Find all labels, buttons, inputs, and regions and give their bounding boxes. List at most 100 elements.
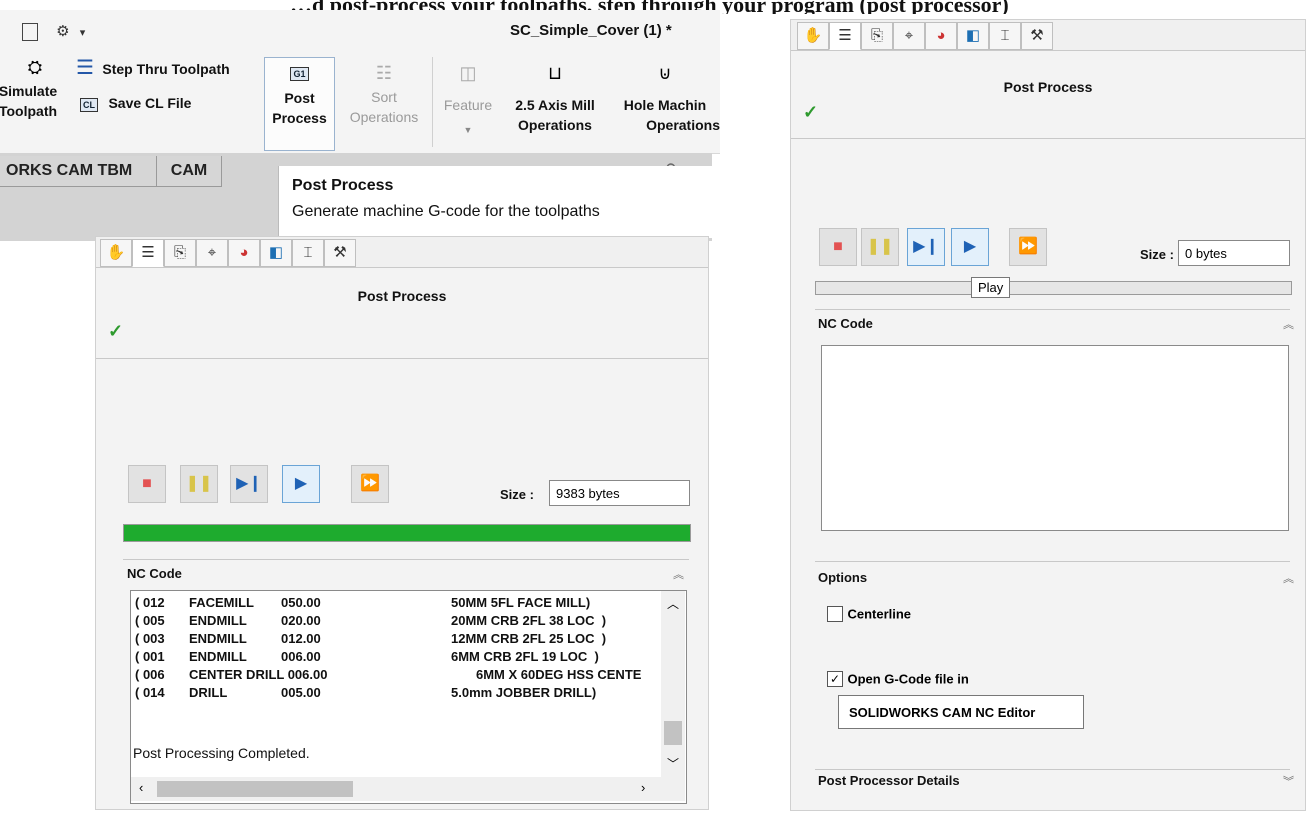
horizontal-scrollbar[interactable]: ‹ › [131, 777, 685, 801]
feature-button[interactable]: ◫ Feature ▼ [438, 63, 498, 135]
nc-code-cell: 12MM CRB 2FL 25 LOC ) [451, 631, 607, 646]
divider [791, 138, 1305, 139]
g1-icon: G1 [290, 67, 309, 81]
cam-feature-tree-icon[interactable]: ◧ [957, 22, 989, 50]
nc-code-cell: 6MM X 60DEG HSS CENTE [476, 667, 642, 682]
step-thru-toolpath-button[interactable]: ☰ Step Thru Toolpath [76, 55, 230, 80]
crosshair-icon[interactable]: ⌖ [893, 22, 925, 50]
list-icon: ☰ [76, 57, 94, 79]
fast-forward-button[interactable]: ⏩ [1009, 228, 1047, 266]
feature-manager-tab-icon[interactable]: ✋ [100, 239, 132, 267]
post-label: Post [284, 90, 315, 106]
post-process-button[interactable]: G1 Post Process [264, 57, 335, 151]
collapse-chevron-icon[interactable]: ︽ [673, 566, 684, 582]
nc-code-header: NC Code [818, 316, 873, 331]
crosshair-icon[interactable]: ⌖ [196, 239, 228, 267]
scroll-left-icon[interactable]: ‹ [139, 780, 143, 795]
progress-bar [815, 281, 1292, 295]
play-tooltip: Play [971, 277, 1011, 298]
stop-button[interactable]: ■ [128, 465, 166, 503]
stop-icon: ■ [142, 475, 152, 492]
stop-button[interactable]: ■ [819, 228, 857, 266]
config-manager-tab-icon[interactable]: ⎘ [164, 239, 196, 267]
fast-forward-icon: ⏩ [360, 475, 380, 492]
nc-code-cell: ( 012 [135, 595, 165, 610]
nc-code-cell: ( 005 [135, 613, 165, 628]
scroll-right-icon[interactable]: › [641, 780, 645, 795]
feature-dropdown-icon: ▼ [463, 125, 473, 135]
mill-label-2: Operations [518, 117, 592, 133]
nc-code-cell: 020.00 [281, 613, 321, 628]
tab-cam-tbm[interactable]: ORKS CAM TBM [0, 156, 161, 187]
nc-code-cell: 005.00 [281, 685, 321, 700]
simulate-icon: ⛭ [27, 57, 43, 77]
config-manager-tab-icon[interactable]: ⎘ [861, 22, 893, 50]
nc-code-cell: 012.00 [281, 631, 321, 646]
nc-code-cell: FACEMILL [189, 595, 254, 610]
property-manager-tabs: ✋ ☰ ⎘ ⌖ ◕ ◧ ⌶ ⚒ [96, 237, 708, 268]
quick-access-dropdown[interactable]: ▾ [80, 27, 86, 39]
pause-button[interactable]: ❚❚ [861, 228, 899, 266]
post-processor-details-header[interactable]: Post Processor Details [818, 773, 960, 788]
hole-icon: ⊍ [658, 63, 672, 83]
nc-editor-field[interactable]: SOLIDWORKS CAM NC Editor [838, 695, 1084, 729]
fast-forward-button[interactable]: ⏩ [351, 465, 389, 503]
save-cl-file-button[interactable]: CL Save CL File [80, 93, 191, 113]
stop-icon: ■ [833, 238, 843, 255]
property-manager-tab-icon[interactable]: ☰ [829, 22, 861, 50]
tooltip-title: Post Process [292, 177, 394, 194]
cam-operation-tree-icon[interactable]: ⌶ [292, 239, 324, 267]
mill-label: 2.5 Axis Mill [515, 97, 595, 113]
gear-icon[interactable]: ⚙ [56, 23, 69, 40]
sort-operations-button[interactable]: ☷ Sort Operations [340, 63, 428, 127]
simulate-toolpath-button[interactable]: ⛭ Simulate Toolpath [0, 57, 70, 121]
expand-chevron-icon[interactable]: ︾ [1283, 773, 1294, 789]
display-manager-icon[interactable]: ◕ [228, 239, 260, 267]
cam-tool-tree-icon[interactable]: ⚒ [1021, 22, 1053, 50]
ok-check-icon[interactable]: ✓ [108, 321, 123, 342]
sort-list-icon: ☷ [375, 63, 393, 83]
hole-machining-button[interactable]: ⊍ Hole Machin Operations [610, 63, 720, 135]
step-button[interactable]: ▶❙ [907, 228, 945, 266]
pause-icon: ❚❚ [185, 475, 213, 492]
collapse-chevron-icon[interactable]: ︽ [1283, 316, 1294, 332]
centerline-checkbox[interactable] [827, 605, 843, 622]
nc-code-box[interactable]: ( 012 FACEMILL 050.00 50MM 5FL FACE MILL) ( … [130, 590, 687, 804]
nc-code-header: NC Code [127, 566, 182, 581]
open-gcode-checkbox-row[interactable]: ✓ Open G-Code file in [827, 670, 969, 688]
ok-check-icon[interactable]: ✓ [803, 102, 818, 123]
feature-icon: ◫ [459, 63, 477, 83]
display-manager-icon[interactable]: ◕ [925, 22, 957, 50]
pause-button[interactable]: ❚❚ [180, 465, 218, 503]
nc-code-box[interactable] [821, 345, 1289, 531]
size-field: 9383 bytes [549, 480, 690, 506]
play-button[interactable]: ▶ [951, 228, 989, 266]
ribbon-separator [432, 57, 435, 147]
centerline-checkbox-row[interactable]: Centerline [827, 605, 911, 623]
open-gcode-checkbox[interactable]: ✓ [827, 670, 843, 687]
mill-operations-button[interactable]: ⊔ 2.5 Axis Mill Operations [505, 63, 605, 135]
size-field: 0 bytes [1178, 240, 1290, 266]
cl-file-icon: CL [80, 98, 98, 112]
play-icon: ▶ [294, 475, 308, 492]
vertical-scrollbar[interactable]: ︿ ﹀ [661, 591, 685, 777]
feature-manager-tab-icon[interactable]: ✋ [797, 22, 829, 50]
nc-code-cell: ( 014 [135, 685, 165, 700]
cam-operation-tree-icon[interactable]: ⌶ [989, 22, 1021, 50]
right-post-process-panel: ✋ ☰ ⎘ ⌖ ◕ ◧ ⌶ ⚒ Post Process ✓ ■ ❚❚ ▶❙ ▶… [790, 19, 1306, 811]
collapse-chevron-icon[interactable]: ︽ [1283, 570, 1294, 586]
scroll-up-icon[interactable]: ︿ [661, 595, 685, 612]
h-scroll-thumb[interactable] [157, 781, 353, 797]
step-button[interactable]: ▶❙ [230, 465, 268, 503]
cam-feature-tree-icon[interactable]: ◧ [260, 239, 292, 267]
play-button[interactable]: ▶ [282, 465, 320, 503]
scroll-down-icon[interactable]: ﹀ [661, 755, 685, 772]
property-manager-tab-icon[interactable]: ☰ [132, 239, 164, 267]
nc-code-cell: ( 003 [135, 631, 165, 646]
scroll-thumb[interactable] [664, 721, 682, 745]
tab-cam[interactable]: CAM [156, 156, 222, 187]
properties-icon[interactable] [22, 23, 38, 42]
options-header: Options [818, 570, 868, 585]
cam-tool-tree-icon[interactable]: ⚒ [324, 239, 356, 267]
hole-label-2: Operations [646, 117, 720, 133]
